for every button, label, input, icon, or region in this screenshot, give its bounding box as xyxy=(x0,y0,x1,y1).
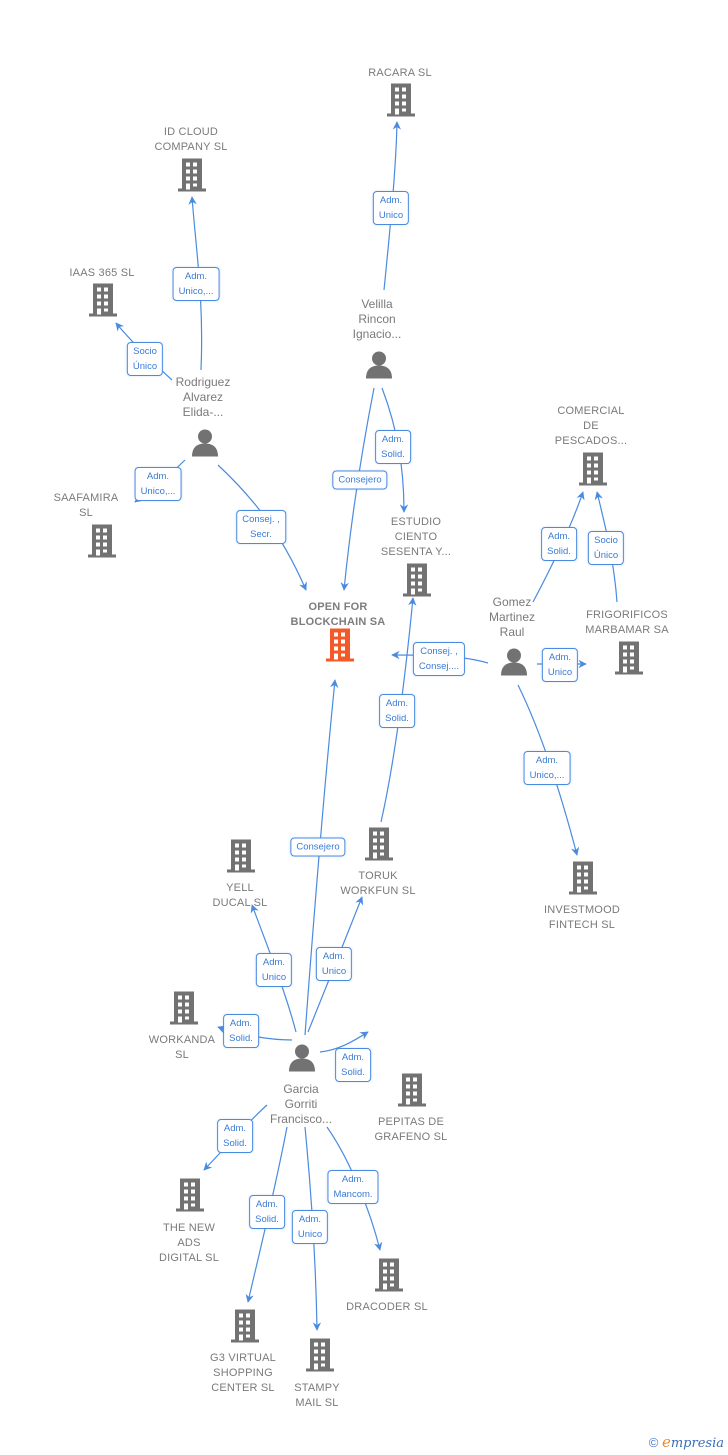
relation-label[interactable]: Adm. Solid. xyxy=(379,694,415,728)
company-name-yell[interactable]: YELL DUCAL SL xyxy=(180,881,300,911)
company-name-focus[interactable]: OPEN FOR BLOCKCHAIN SA xyxy=(278,600,398,630)
relation-label[interactable]: Adm. Solid. xyxy=(223,1014,259,1048)
building-icon[interactable] xyxy=(325,627,355,668)
building-icon[interactable] xyxy=(397,1072,427,1113)
building-icon[interactable] xyxy=(175,1177,205,1218)
company-name-idcloud[interactable]: ID CLOUD COMPANY SL xyxy=(131,125,251,155)
brand-name: mpresia xyxy=(670,1436,724,1451)
building-icon[interactable] xyxy=(386,82,416,123)
person-icon[interactable] xyxy=(287,1043,317,1078)
copyright-symbol: © xyxy=(648,1435,659,1450)
building-icon[interactable] xyxy=(169,990,199,1031)
building-icon[interactable] xyxy=(374,1257,404,1298)
person-name-rodriguez[interactable]: Rodriguez Alvarez Elida-... xyxy=(143,375,263,420)
company-name-estudio[interactable]: ESTUDIO CIENTO SESENTA Y... xyxy=(356,515,476,560)
relation-label[interactable]: Adm. Mancom. xyxy=(327,1170,379,1204)
relation-label[interactable]: Adm. Unico xyxy=(541,648,579,682)
relation-label[interactable]: Adm. Unico xyxy=(372,191,410,225)
company-name-iaas365[interactable]: IAAS 365 SL xyxy=(42,266,162,281)
building-icon[interactable] xyxy=(226,838,256,879)
footer-brand: © empresia xyxy=(649,1433,724,1451)
person-name-gomez[interactable]: Gomez Martinez Raul xyxy=(452,595,572,640)
person-icon[interactable] xyxy=(499,647,529,682)
company-name-investmood[interactable]: INVESTMOOD FINTECH SL xyxy=(522,903,642,933)
building-icon[interactable] xyxy=(305,1337,335,1378)
relation-edge-garcia-focus xyxy=(304,679,339,1036)
person-icon[interactable] xyxy=(190,428,220,463)
building-icon[interactable] xyxy=(87,523,117,564)
relation-label[interactable]: Adm. Solid. xyxy=(541,527,577,561)
relation-label[interactable]: Adm. Solid. xyxy=(335,1048,371,1082)
building-icon[interactable] xyxy=(88,282,118,323)
person-name-garcia[interactable]: Garcia Gorriti Francisco... xyxy=(241,1082,361,1127)
relation-label[interactable]: Consej. , Consej.... xyxy=(412,642,466,676)
building-icon[interactable] xyxy=(568,860,598,901)
person-icon[interactable] xyxy=(364,350,394,385)
building-icon[interactable] xyxy=(402,562,432,603)
company-name-racara[interactable]: RACARA SL xyxy=(340,66,460,81)
person-name-velilla[interactable]: Velilla Rincon Ignacio... xyxy=(317,297,437,342)
network-diagram: OPEN FOR BLOCKCHAIN SA RACARA SL ID CLOUD … xyxy=(0,0,728,1455)
relation-label[interactable]: Adm. Unico,... xyxy=(134,467,182,501)
relation-label[interactable]: Consej. , Secr. xyxy=(236,510,286,544)
company-name-thenewads[interactable]: THE NEW ADS DIGITAL SL xyxy=(129,1221,249,1266)
building-icon[interactable] xyxy=(614,640,644,681)
company-name-dracoder[interactable]: DRACODER SL xyxy=(327,1300,447,1315)
building-icon[interactable] xyxy=(578,451,608,492)
company-name-saafamira[interactable]: SAAFAMIRA SL xyxy=(26,491,146,521)
company-name-stampy[interactable]: STAMPY MAIL SL xyxy=(257,1381,377,1411)
relation-label[interactable]: Consejero xyxy=(332,470,388,490)
company-name-toruk[interactable]: TORUK WORKFUN SL xyxy=(318,869,438,899)
relation-label[interactable]: Adm. Unico xyxy=(291,1210,329,1244)
building-icon[interactable] xyxy=(177,157,207,198)
relation-label[interactable]: Adm. Unico,... xyxy=(523,751,571,785)
building-icon[interactable] xyxy=(364,826,394,867)
building-icon[interactable] xyxy=(230,1308,260,1349)
company-name-pepitas[interactable]: PEPITAS DE GRAFENO SL xyxy=(351,1115,471,1145)
relation-label[interactable]: Consejero xyxy=(290,837,346,857)
relation-label[interactable]: Socio Único xyxy=(587,531,625,565)
relation-label[interactable]: Adm. Solid. xyxy=(217,1119,253,1153)
relation-label[interactable]: Adm. Solid. xyxy=(249,1195,285,1229)
relation-label[interactable]: Adm. Unico xyxy=(255,953,293,987)
brand-logo: empresia xyxy=(661,1433,724,1451)
relation-label[interactable]: Socio Único xyxy=(126,342,164,376)
brand-initial: e xyxy=(661,1433,671,1451)
relation-label[interactable]: Adm. Unico,... xyxy=(172,267,220,301)
company-name-comercial[interactable]: COMERCIAL DE PESCADOS... xyxy=(531,404,651,449)
company-name-frigorificos[interactable]: FRIGORIFICOS MARBAMAR SA xyxy=(567,608,687,638)
relation-label[interactable]: Adm. Unico xyxy=(315,947,353,981)
edges-layer xyxy=(115,121,618,1331)
relation-label[interactable]: Adm. Solid. xyxy=(375,430,411,464)
